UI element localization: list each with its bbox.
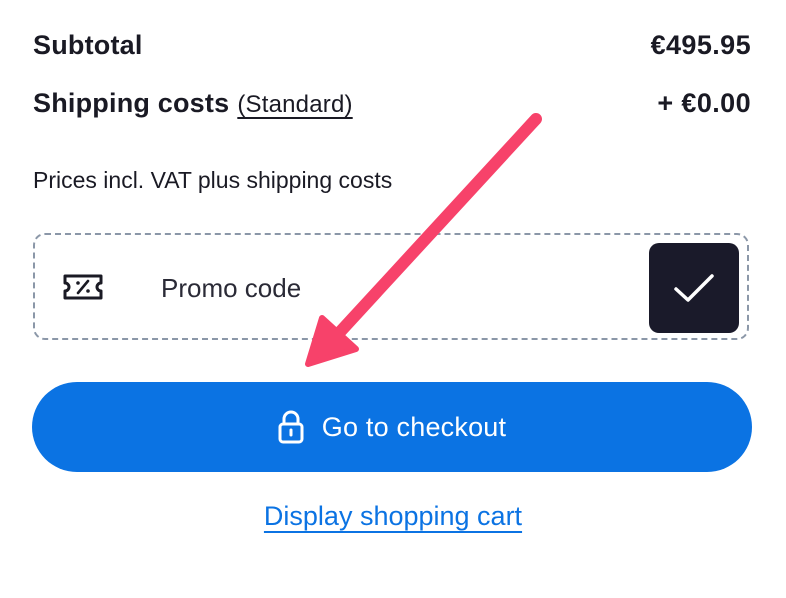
cart-link-container: Display shopping cart [0, 501, 786, 532]
shipping-label: Shipping costs [33, 88, 230, 118]
checkout-label: Go to checkout [321, 411, 507, 442]
promo-code-box [33, 233, 749, 340]
lock-icon [278, 410, 304, 444]
shipping-row: Shipping costs (Standard) + €0.00 [33, 88, 751, 119]
ticket-percent-icon [63, 274, 103, 300]
shipping-value: + €0.00 [657, 88, 751, 118]
shipping-label-group: Shipping costs (Standard) [33, 88, 353, 119]
subtotal-value: €495.95 [650, 30, 751, 60]
vat-note: Prices incl. VAT plus shipping costs [33, 167, 393, 193]
display-cart-link[interactable]: Display shopping cart [264, 501, 522, 531]
promo-code-input[interactable] [161, 265, 631, 311]
subtotal-label: Subtotal [33, 30, 143, 60]
shipping-method-link[interactable]: (Standard) [237, 91, 352, 118]
subtotal-row: Subtotal €495.95 [33, 30, 751, 61]
checkout-button[interactable]: Go to checkout [32, 382, 752, 472]
checkmark-icon [674, 274, 714, 302]
promo-submit-button[interactable] [649, 243, 739, 333]
